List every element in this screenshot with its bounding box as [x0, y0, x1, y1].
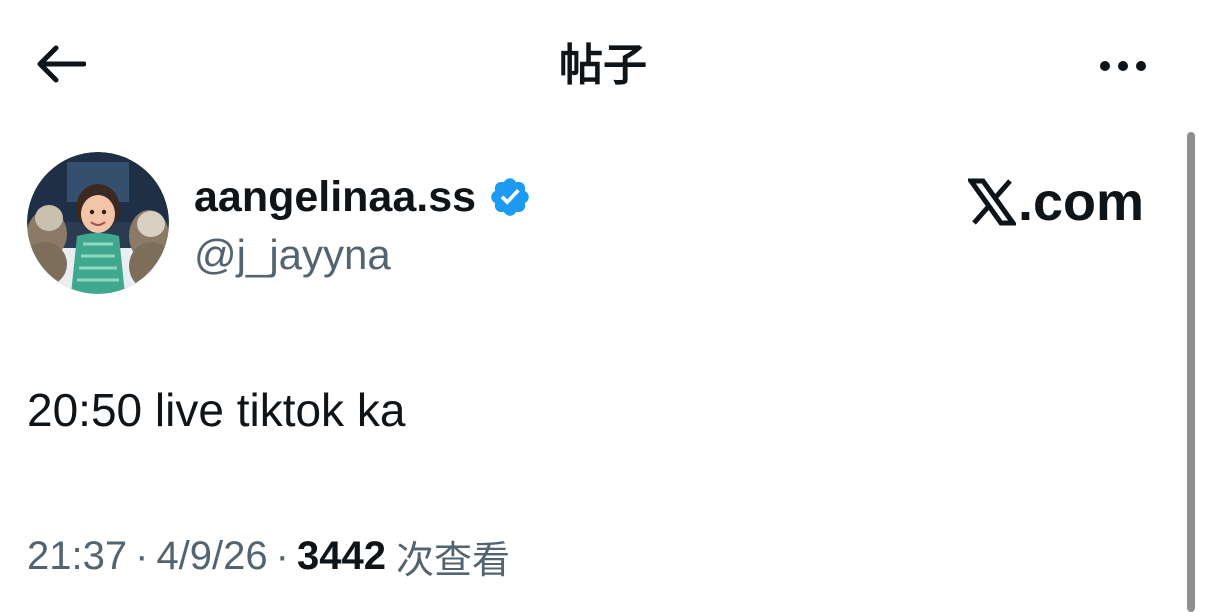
more-options-button[interactable] [1088, 44, 1158, 88]
post-meta: 21:37 · 4/9/26 · 3442 次查看 [27, 528, 510, 584]
verified-badge-icon[interactable] [488, 175, 532, 219]
avatar[interactable] [27, 152, 169, 294]
post-date[interactable]: 4/9/26 [156, 534, 267, 579]
meta-separator: · [135, 533, 149, 578]
watermark: .com [966, 172, 1145, 232]
author-name-row: aangelinaa.ss [194, 172, 532, 222]
watermark-text: .com [1018, 172, 1145, 232]
post-time[interactable]: 21:37 [27, 534, 127, 579]
page-title: 帖子 [559, 40, 647, 91]
meta-separator: · [275, 533, 289, 578]
more-horizontal-icon [1096, 61, 1150, 71]
display-name[interactable]: aangelinaa.ss [194, 172, 476, 222]
scrollbar[interactable] [1187, 132, 1195, 612]
x-logo-icon [966, 177, 1018, 227]
post-text: 20:50 live tiktok ka [27, 384, 406, 436]
top-bar: 帖子 [0, 0, 1206, 130]
views-count[interactable]: 3442 [297, 534, 386, 579]
views-label: 次查看 [395, 537, 510, 582]
author-handle[interactable]: @j_jayyna [194, 230, 391, 280]
avatar-photo [27, 152, 169, 294]
